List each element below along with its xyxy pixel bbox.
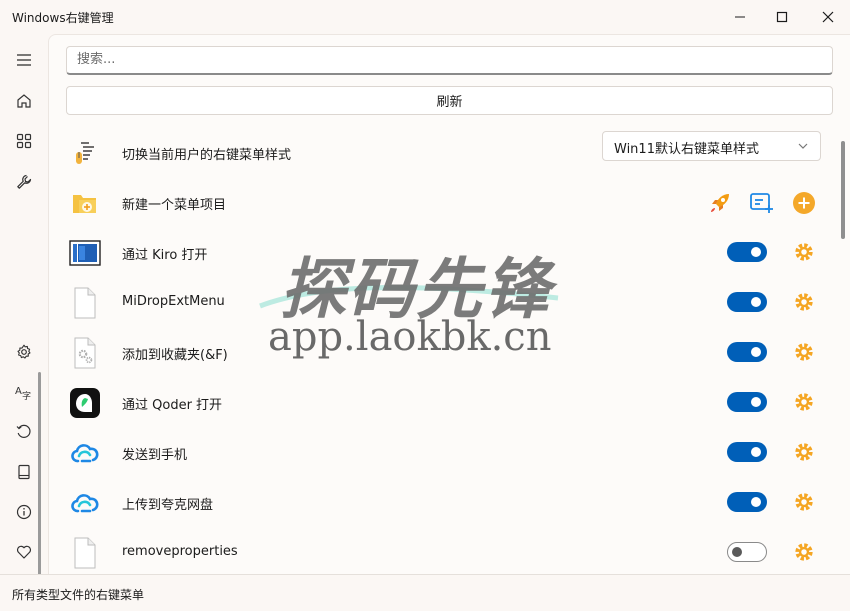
home-icon	[17, 94, 31, 108]
toggle-knob	[751, 347, 761, 357]
list-item-label: 切换当前用户的右键菜单样式	[122, 148, 292, 163]
nav-tools[interactable]	[8, 166, 40, 198]
status-bar: 所有类型文件的右键菜单	[0, 574, 850, 611]
wrench-icon	[17, 174, 32, 189]
enable-toggle[interactable]	[727, 542, 767, 562]
list-item-label: 添加到收藏夹(&F)	[122, 348, 228, 363]
settings-gear-icon[interactable]	[793, 391, 815, 413]
toggle-knob	[751, 397, 761, 407]
cloud-sync-icon	[69, 487, 101, 519]
list-item-label: removeproperties	[122, 544, 238, 559]
refresh-label: 刷新	[436, 95, 463, 110]
minimize-button[interactable]	[718, 0, 762, 34]
language-icon: A字	[15, 386, 31, 400]
info-icon	[16, 504, 32, 520]
list-item-label: 通过 Qoder 打开	[122, 398, 223, 413]
hamburger-icon	[17, 54, 31, 66]
maximize-icon	[776, 11, 788, 23]
enable-toggle[interactable]	[727, 492, 767, 512]
enable-toggle[interactable]	[727, 392, 767, 412]
toggle-knob	[751, 447, 761, 457]
chevron-down-icon	[798, 143, 808, 149]
settings-gear-icon[interactable]	[793, 541, 815, 563]
list-item-quark-upload: 上传到夸克网盘	[49, 478, 839, 528]
nav-apps[interactable]	[8, 125, 40, 157]
list-item-removeproperties: removeproperties	[49, 528, 839, 575]
list-item-midrop: MiDropExtMenu	[49, 278, 839, 328]
refresh-button[interactable]: 刷新	[66, 86, 833, 115]
minimize-icon	[735, 16, 745, 18]
svg-text:A: A	[15, 386, 22, 397]
gear-icon	[17, 344, 31, 359]
edit-add-icon	[750, 193, 773, 213]
nav-home[interactable]	[8, 85, 40, 117]
toggle-knob	[732, 547, 742, 557]
blank-file-icon	[69, 287, 101, 319]
launch-button[interactable]	[707, 190, 733, 216]
list-item-favorites: 添加到收藏夹(&F)	[49, 328, 839, 378]
nav-settings[interactable]	[8, 336, 40, 368]
window-title: Windows右键管理	[12, 11, 114, 25]
list-scrollbar[interactable]	[841, 141, 845, 239]
list-item-new-menu: 新建一个菜单项目	[49, 178, 839, 228]
nav-donate[interactable]	[8, 536, 40, 568]
blank-file-icon	[69, 537, 101, 569]
enable-toggle[interactable]	[727, 342, 767, 362]
list-item-label: 新建一个菜单项目	[122, 198, 227, 213]
sidebar-scrollbar[interactable]	[38, 372, 41, 588]
toggle-knob	[751, 297, 761, 307]
dropdown-value: Win11默认右键菜单样式	[614, 142, 759, 157]
history-icon	[16, 424, 31, 438]
svg-text:字: 字	[22, 390, 31, 400]
new-folder-icon	[69, 187, 101, 219]
list-item-kiro: 通过 Kiro 打开	[49, 228, 839, 278]
list-item-send-phone: 发送到手机	[49, 428, 839, 478]
menu-style-dropdown[interactable]: Win11默认右键菜单样式	[602, 131, 821, 161]
kiro-app-icon	[69, 237, 101, 269]
settings-gear-icon[interactable]	[793, 341, 815, 363]
main-panel: 刷新 切换当前用户的右键菜单样式 Win11默认右键菜单样式 新建一个菜单项目	[48, 34, 850, 575]
settings-gear-icon[interactable]	[793, 491, 815, 513]
list-item-qoder: 通过 Qoder 打开	[49, 378, 839, 428]
nav-language[interactable]: A字	[8, 376, 40, 408]
grid-icon	[16, 133, 32, 149]
book-icon	[18, 464, 30, 480]
rocket-icon	[711, 194, 729, 212]
status-text: 所有类型文件的右键菜单	[12, 588, 145, 602]
menu-toggle-button[interactable]	[8, 44, 40, 76]
list-item-label: 通过 Kiro 打开	[122, 248, 208, 263]
close-icon	[822, 11, 834, 23]
enable-toggle[interactable]	[727, 292, 767, 312]
search-box[interactable]	[66, 46, 833, 75]
enable-toggle[interactable]	[727, 442, 767, 462]
list-item-label: MiDropExtMenu	[122, 294, 225, 309]
settings-gear-icon[interactable]	[793, 241, 815, 263]
heart-icon	[16, 545, 32, 559]
nav-about[interactable]	[8, 496, 40, 528]
qoder-app-icon	[69, 387, 101, 419]
list-item-label: 上传到夸克网盘	[122, 498, 214, 513]
nav-restore[interactable]	[8, 416, 40, 448]
gear-file-icon	[69, 337, 101, 369]
close-button[interactable]	[806, 0, 850, 34]
settings-gear-icon[interactable]	[793, 291, 815, 313]
nav-dictionary[interactable]	[8, 456, 40, 488]
nav-sidebar: A字	[0, 34, 48, 588]
toggle-knob	[751, 497, 761, 507]
list-item-label: 发送到手机	[122, 448, 188, 463]
enable-toggle[interactable]	[727, 242, 767, 262]
add-button[interactable]	[791, 190, 817, 216]
cloud-sync-icon	[69, 437, 101, 469]
title-bar: Windows右键管理	[0, 0, 850, 34]
plus-circle-icon	[793, 192, 815, 214]
list-item-menu-style: 切换当前用户的右键菜单样式 Win11默认右键菜单样式	[49, 128, 839, 178]
add-to-list-button[interactable]	[749, 190, 775, 216]
toggle-knob	[751, 247, 761, 257]
settings-gear-icon[interactable]	[793, 441, 815, 463]
menu-style-icon	[69, 137, 101, 169]
maximize-button[interactable]	[760, 0, 804, 34]
search-input[interactable]	[67, 47, 817, 72]
